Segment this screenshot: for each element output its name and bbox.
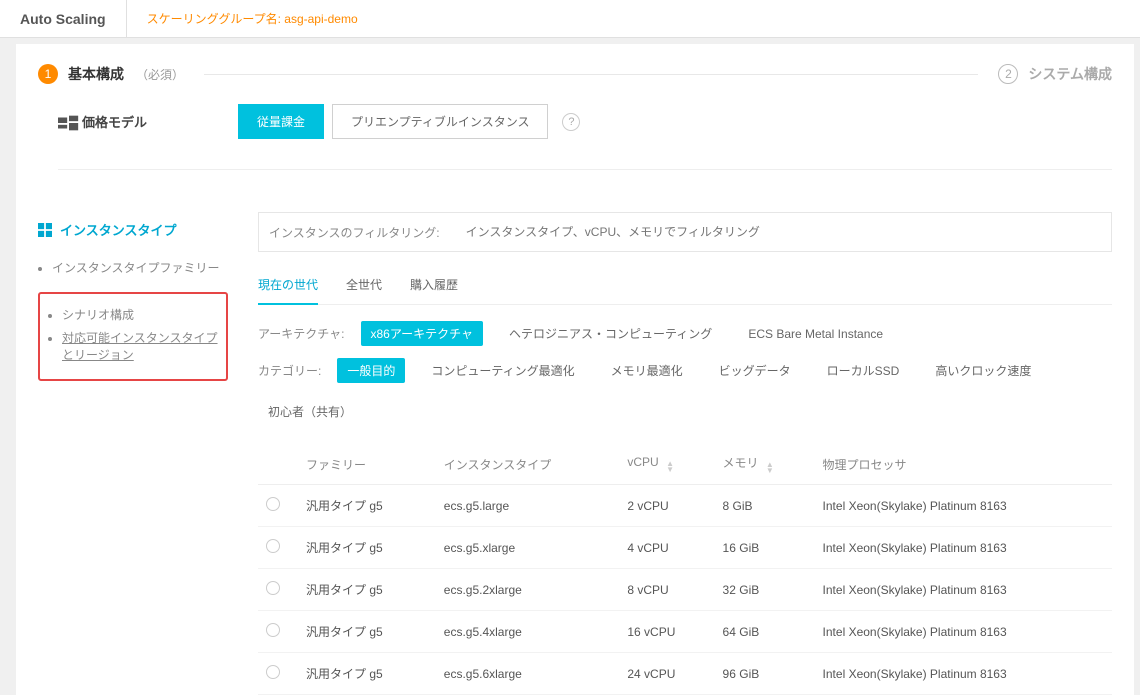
tab-purchase-history[interactable]: 購入履歴 xyxy=(410,270,458,304)
arch-x86[interactable]: x86アーキテクチャ xyxy=(361,321,484,346)
billing-payg-button[interactable]: 従量課金 xyxy=(238,104,324,139)
cell-vcpu: 16 vCPU xyxy=(619,611,714,653)
cell-cpu: Intel Xeon(Skylake) Platinum 8163 xyxy=(815,527,1112,569)
cell-memory: 32 GiB xyxy=(715,569,815,611)
sidebar-item-family[interactable]: インスタンスタイプファミリー xyxy=(52,259,228,276)
cell-type: ecs.g5.6xlarge xyxy=(436,653,620,695)
category-row: カテゴリー: 一般目的 コンピューティング最適化 メモリ最適化 ビッグデータ ロ… xyxy=(258,358,1112,424)
sidebar: インスタンスタイプ インスタンスタイプファミリー シナリオ構成 対応可能インスタ… xyxy=(38,212,228,695)
col-family: ファミリー xyxy=(298,444,436,485)
sidebar-item-scenario[interactable]: シナリオ構成 xyxy=(62,306,218,323)
cat-entry[interactable]: 初心者（共有） xyxy=(258,399,362,424)
filter-input[interactable] xyxy=(462,219,1101,245)
step-sub-1: （必須） xyxy=(136,66,184,83)
pricing-icon xyxy=(58,115,72,129)
step-basic-config[interactable]: 1 基本構成 （必須） xyxy=(38,64,184,84)
cat-memory[interactable]: メモリ最適化 xyxy=(601,358,693,383)
pricing-row: 価格モデル 従量課金 プリエンプティブルインスタンス ? xyxy=(16,94,1134,170)
cell-family: 汎用タイプ g5 xyxy=(298,485,436,527)
topbar: Auto Scaling スケーリンググループ名: asg-api-demo xyxy=(0,0,1140,38)
row-radio[interactable] xyxy=(266,581,280,595)
architecture-row: アーキテクチャ: x86アーキテクチャ ヘテロジニアス・コンピューティング EC… xyxy=(258,321,1112,346)
table-row[interactable]: 汎用タイプ g5 ecs.g5.4xlarge 16 vCPU 64 GiB I… xyxy=(258,611,1112,653)
cell-vcpu: 24 vCPU xyxy=(619,653,714,695)
wizard-steps: 1 基本構成 （必須） 2 システム構成 xyxy=(16,44,1134,94)
sort-icon[interactable]: ▲▼ xyxy=(766,462,774,474)
cell-type: ecs.g5.large xyxy=(436,485,620,527)
step-divider xyxy=(204,74,978,75)
sidebar-title: インスタンスタイプ xyxy=(38,212,228,247)
row-radio[interactable] xyxy=(266,665,280,679)
pricing-label: 価格モデル xyxy=(82,112,147,131)
cell-family: 汎用タイプ g5 xyxy=(298,611,436,653)
cat-highclock[interactable]: 高いクロック速度 xyxy=(925,358,1041,383)
step-system-config[interactable]: 2 システム構成 xyxy=(998,64,1112,84)
tab-current-gen[interactable]: 現在の世代 xyxy=(258,270,318,305)
filter-label: インスタンスのフィルタリング: xyxy=(269,224,440,241)
generation-tabs: 現在の世代 全世代 購入履歴 xyxy=(258,270,1112,305)
row-radio[interactable] xyxy=(266,497,280,511)
cell-type: ecs.g5.xlarge xyxy=(436,527,620,569)
step-badge-2: 2 xyxy=(998,64,1018,84)
filter-box: インスタンスのフィルタリング: xyxy=(258,212,1112,252)
arch-hetero[interactable]: ヘテロジニアス・コンピューティング xyxy=(499,321,722,346)
cell-memory: 96 GiB xyxy=(715,653,815,695)
scaling-group-name[interactable]: スケーリンググループ名: asg-api-demo xyxy=(127,10,378,27)
cell-cpu: Intel Xeon(Skylake) Platinum 8163 xyxy=(815,569,1112,611)
step-badge-1: 1 xyxy=(38,64,58,84)
col-vcpu[interactable]: vCPU ▲▼ xyxy=(619,444,714,485)
cat-localssd[interactable]: ローカルSSD xyxy=(817,358,910,383)
arch-label: アーキテクチャ: xyxy=(258,325,345,342)
table-row[interactable]: 汎用タイプ g5 ecs.g5.6xlarge 24 vCPU 96 GiB I… xyxy=(258,653,1112,695)
col-cpu: 物理プロセッサ xyxy=(815,444,1112,485)
table-row[interactable]: 汎用タイプ g5 ecs.g5.large 2 vCPU 8 GiB Intel… xyxy=(258,485,1112,527)
row-radio[interactable] xyxy=(266,539,280,553)
cell-cpu: Intel Xeon(Skylake) Platinum 8163 xyxy=(815,653,1112,695)
instance-type-icon xyxy=(38,223,52,237)
cell-cpu: Intel Xeon(Skylake) Platinum 8163 xyxy=(815,611,1112,653)
row-radio[interactable] xyxy=(266,623,280,637)
cell-memory: 64 GiB xyxy=(715,611,815,653)
col-type: インスタンスタイプ xyxy=(436,444,620,485)
cell-family: 汎用タイプ g5 xyxy=(298,569,436,611)
arch-baremetal[interactable]: ECS Bare Metal Instance xyxy=(738,323,893,345)
category-label: カテゴリー: xyxy=(258,362,321,379)
tab-all-gen[interactable]: 全世代 xyxy=(346,270,382,304)
right-panel: インスタンスのフィルタリング: 現在の世代 全世代 購入履歴 アーキテクチャ: … xyxy=(258,212,1112,695)
billing-preemptible-button[interactable]: プリエンプティブルインスタンス xyxy=(332,104,548,139)
table-row[interactable]: 汎用タイプ g5 ecs.g5.xlarge 4 vCPU 16 GiB Int… xyxy=(258,527,1112,569)
instance-table: ファミリー インスタンスタイプ vCPU ▲▼ メモリ ▲▼ 物理プロセッサ xyxy=(258,444,1112,695)
cell-type: ecs.g5.2xlarge xyxy=(436,569,620,611)
cell-vcpu: 2 vCPU xyxy=(619,485,714,527)
brand-label: Auto Scaling xyxy=(0,0,127,37)
cell-vcpu: 4 vCPU xyxy=(619,527,714,569)
sidebar-title-text: インスタンスタイプ xyxy=(60,220,176,239)
cell-memory: 8 GiB xyxy=(715,485,815,527)
table-row[interactable]: 汎用タイプ g5 ecs.g5.2xlarge 8 vCPU 32 GiB In… xyxy=(258,569,1112,611)
cell-family: 汎用タイプ g5 xyxy=(298,527,436,569)
cat-general[interactable]: 一般目的 xyxy=(337,358,405,383)
highlighted-sidebar-box: シナリオ構成 対応可能インスタンスタイプとリージョン xyxy=(38,292,228,381)
sort-icon[interactable]: ▲▼ xyxy=(666,461,674,473)
col-memory[interactable]: メモリ ▲▼ xyxy=(715,444,815,485)
step-title-1: 基本構成 xyxy=(68,64,124,84)
sidebar-item-regions[interactable]: 対応可能インスタンスタイプとリージョン xyxy=(62,329,218,363)
help-icon[interactable]: ? xyxy=(562,113,580,131)
cell-memory: 16 GiB xyxy=(715,527,815,569)
cell-type: ecs.g5.4xlarge xyxy=(436,611,620,653)
cell-cpu: Intel Xeon(Skylake) Platinum 8163 xyxy=(815,485,1112,527)
main-grid: インスタンスタイプ インスタンスタイプファミリー シナリオ構成 対応可能インスタ… xyxy=(16,196,1134,695)
cell-family: 汎用タイプ g5 xyxy=(298,653,436,695)
cell-vcpu: 8 vCPU xyxy=(619,569,714,611)
step-title-2: システム構成 xyxy=(1028,64,1112,84)
content-panel: 1 基本構成 （必須） 2 システム構成 価格モデル 従量課金 プリエンプティブ… xyxy=(16,44,1134,695)
cat-compute[interactable]: コンピューティング最適化 xyxy=(421,358,584,383)
cat-bigdata[interactable]: ビッグデータ xyxy=(709,358,801,383)
